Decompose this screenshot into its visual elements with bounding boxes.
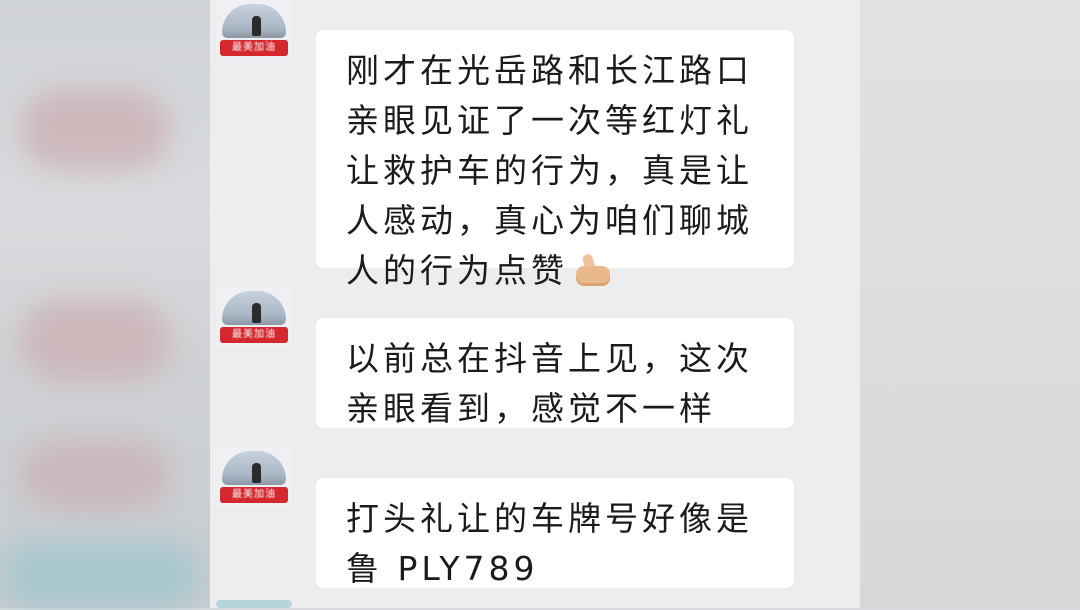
message-line: 亲眼看到，感觉不一样	[346, 389, 716, 428]
blurred-shape	[0, 540, 200, 610]
message-bubble[interactable]: 以前总在抖音上见，这次 亲眼看到，感觉不一样	[316, 318, 794, 428]
blurred-shape	[20, 300, 170, 380]
message-line: 打头礼让的车牌号好像是	[346, 499, 753, 538]
avatar-banner-text: 最美加油	[232, 329, 276, 340]
message-line: 人感动，真心为咱们聊城	[346, 201, 753, 240]
blurred-shape	[20, 90, 170, 170]
avatar[interactable]: 最美加油	[216, 447, 292, 509]
avatar-banner-text: 最美加油	[232, 42, 276, 53]
blurred-background-left	[0, 0, 210, 610]
avatar[interactable]	[216, 600, 292, 608]
message-line: 刚才在光岳路和长江路口	[346, 51, 753, 90]
message-line: 人的行为点赞	[346, 251, 568, 290]
chat-panel: 最美加油 刚才在光岳路和长江路口 亲眼见证了一次等红灯礼 让救护车的行为，真是让…	[210, 0, 860, 608]
avatar[interactable]: 最美加油	[216, 287, 292, 349]
thumbs-up-icon	[570, 252, 614, 288]
avatar[interactable]: 最美加油	[216, 0, 292, 62]
message-line: 亲眼见证了一次等红灯礼	[346, 101, 753, 140]
message-line: 以前总在抖音上见，这次	[346, 339, 753, 378]
avatar-banner-text: 最美加油	[232, 489, 276, 500]
message-bubble[interactable]: 刚才在光岳路和长江路口 亲眼见证了一次等红灯礼 让救护车的行为，真是让 人感动，…	[316, 30, 794, 290]
message-line: 鲁 PLY789	[346, 549, 539, 588]
message-bubble[interactable]: 打头礼让的车牌号好像是 鲁 PLY789	[316, 478, 794, 588]
blurred-background-right	[860, 0, 1080, 608]
blurred-shape	[20, 440, 170, 510]
message-line: 让救护车的行为，真是让	[346, 151, 753, 190]
